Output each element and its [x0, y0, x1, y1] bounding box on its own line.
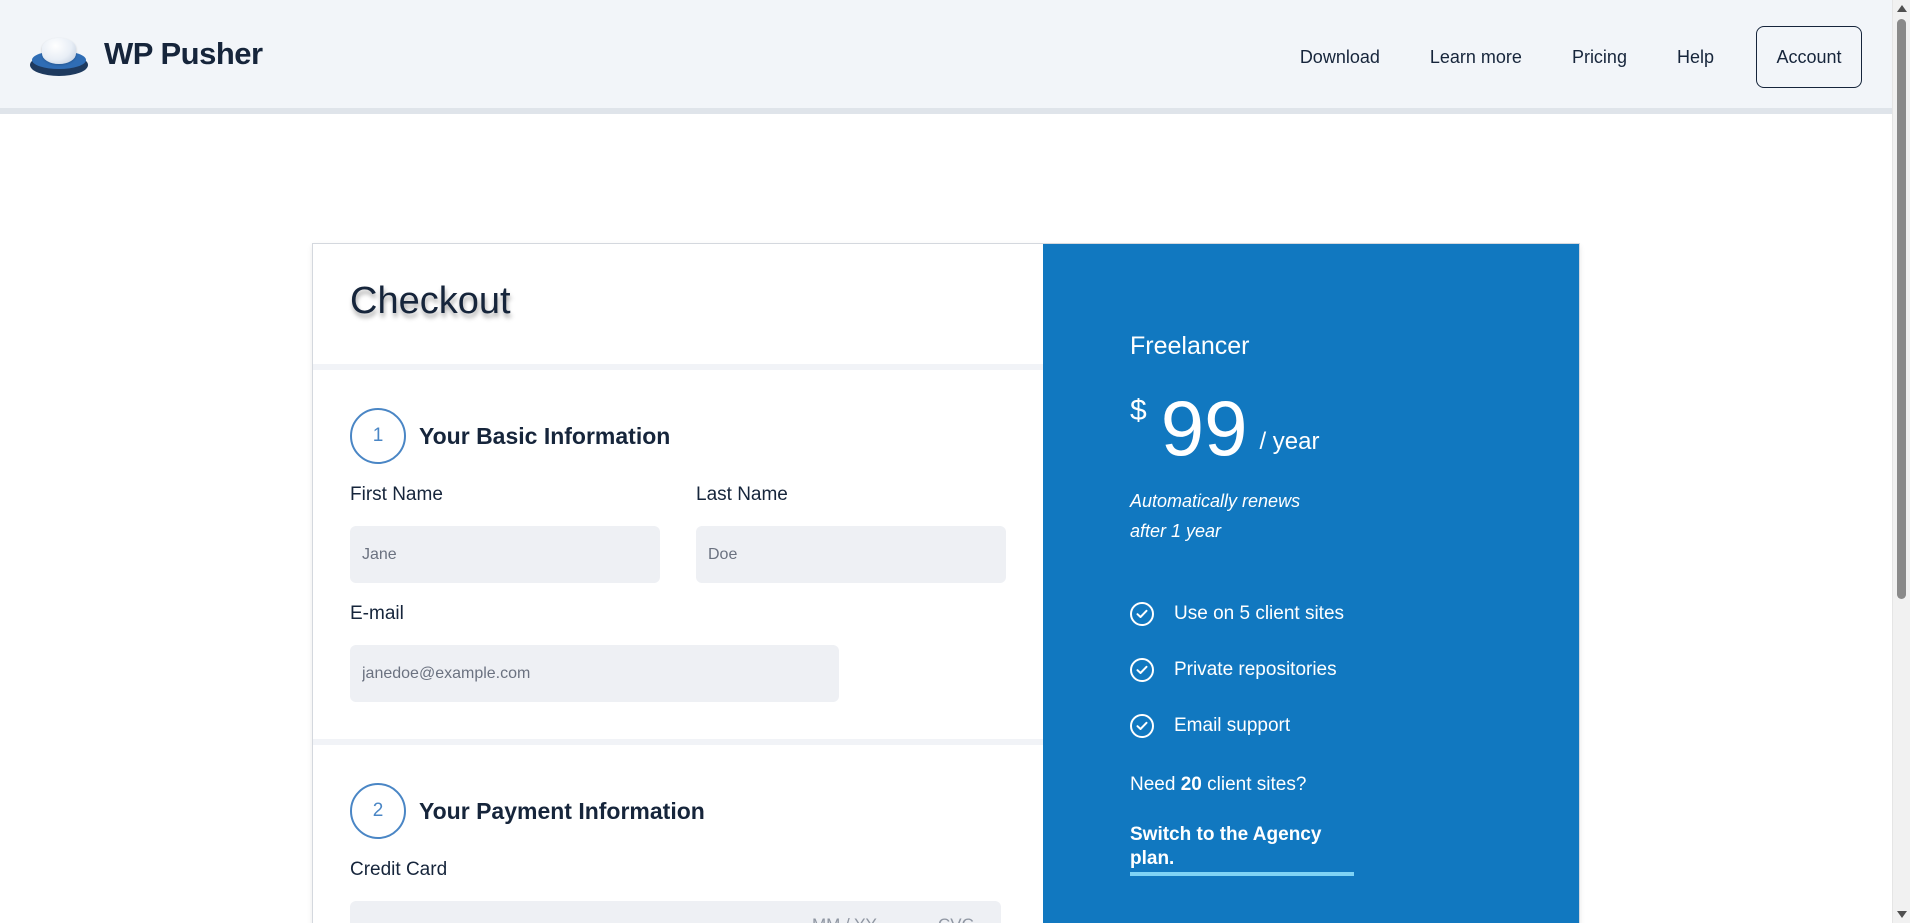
step-title: Your Payment Information [419, 797, 705, 824]
scroll-thumb[interactable] [1897, 19, 1906, 599]
scroll-up-arrow-icon[interactable] [1897, 5, 1907, 12]
step-number-badge: 1 [350, 408, 406, 464]
first-name-label: First Name [350, 484, 443, 505]
step-payment-info-header: 2 Your Payment Information [350, 783, 705, 839]
email-label: E-mail [350, 603, 404, 624]
brand-logo[interactable]: WP Pusher [28, 24, 263, 84]
page-title: Checkout [350, 280, 511, 322]
nav-link-pricing[interactable]: Pricing [1572, 47, 1627, 68]
first-name-input[interactable] [350, 526, 660, 583]
upsell-count: 20 [1180, 774, 1202, 795]
price-period: / year [1259, 428, 1320, 455]
step-title: Your Basic Information [419, 422, 671, 449]
checkout-form-panel: Checkout 1 Your Basic Information First … [313, 244, 1043, 923]
step-basic-info-header: 1 Your Basic Information [350, 408, 670, 464]
nav-link-learn-more[interactable]: Learn more [1430, 47, 1522, 68]
feature-text: Use on 5 client sites [1174, 603, 1345, 624]
plan-name: Freelancer [1130, 332, 1250, 360]
site-header: WP Pusher Download Learn more Pricing He… [0, 0, 1892, 114]
credit-card-label: Credit Card [350, 859, 448, 880]
checkout-card: Checkout 1 Your Basic Information First … [313, 244, 1579, 923]
hat-logo-icon [28, 30, 90, 78]
section-divider [313, 364, 1043, 370]
expiry-placeholder: MM / YY [812, 915, 877, 923]
switch-to-agency-link[interactable]: Switch to the Agency plan. [1130, 823, 1360, 871]
price-currency: $ [1130, 394, 1147, 427]
feature-list: Use on 5 client sites Private repositori… [1130, 586, 1344, 754]
nav-link-help[interactable]: Help [1677, 47, 1714, 68]
section-divider [313, 739, 1043, 745]
scroll-down-arrow-icon[interactable] [1897, 911, 1907, 918]
last-name-label: Last Name [696, 484, 788, 505]
plan-summary-panel: Freelancer $ 99 / year Automatically ren… [1043, 244, 1579, 923]
link-underline [1130, 872, 1354, 876]
feature-text: Email support [1174, 715, 1291, 736]
account-button[interactable]: Account [1756, 26, 1862, 88]
credit-card-input[interactable]: MM / YY CVC [350, 901, 1001, 923]
step-number-badge: 2 [350, 783, 406, 839]
upsell-text: Need 20 client sites? [1130, 774, 1307, 795]
email-input[interactable] [350, 645, 839, 702]
plan-price: $ 99 / year [1130, 388, 1319, 468]
price-amount: 99 [1160, 384, 1248, 472]
feature-item: Use on 5 client sites [1130, 586, 1344, 642]
main-nav: Download Learn more Pricing Help Account [1300, 0, 1892, 114]
page-scrollbar[interactable] [1892, 0, 1910, 923]
feature-item: Private repositories [1130, 642, 1344, 698]
nav-link-download[interactable]: Download [1300, 47, 1380, 68]
cvc-placeholder: CVC [938, 915, 974, 923]
check-circle-icon [1130, 658, 1154, 682]
feature-item: Email support [1130, 698, 1344, 754]
last-name-input[interactable] [696, 526, 1006, 583]
brand-name: WP Pusher [104, 36, 263, 71]
check-circle-icon [1130, 602, 1154, 626]
check-circle-icon [1130, 714, 1154, 738]
feature-text: Private repositories [1174, 659, 1337, 680]
renewal-note: Automatically renews after 1 year [1130, 491, 1301, 541]
